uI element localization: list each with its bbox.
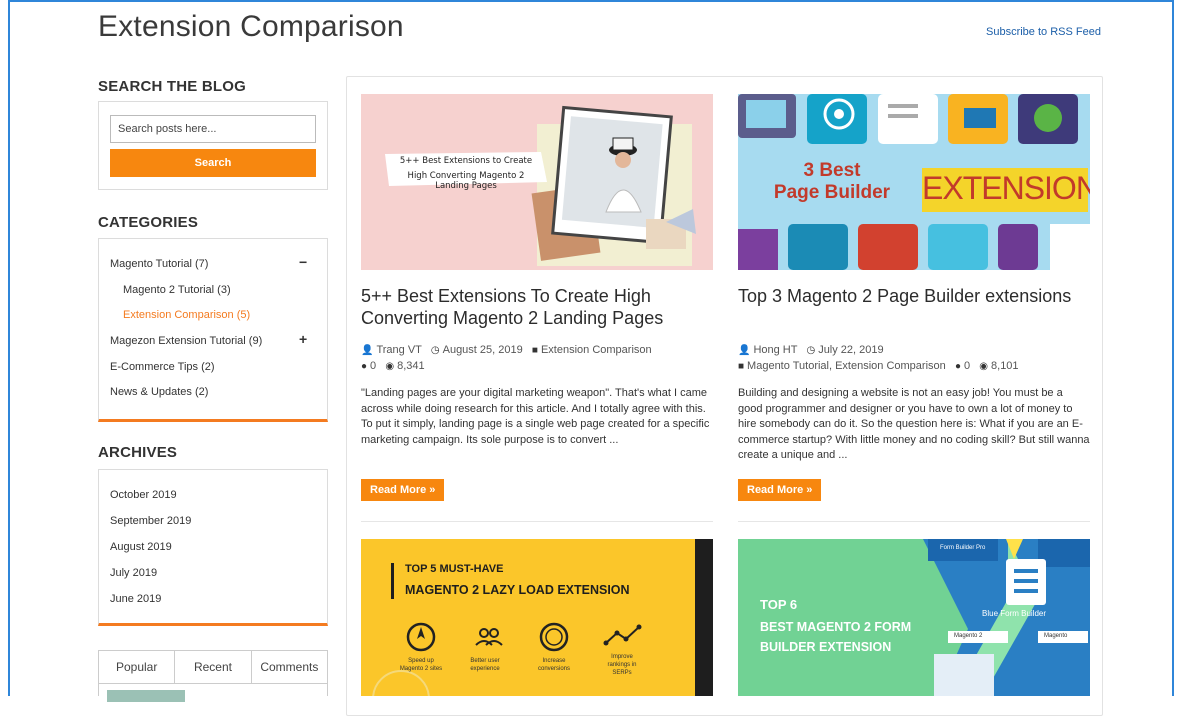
post-thumbnail[interactable] — [107, 690, 185, 702]
archive-item[interactable]: July 2019 — [110, 567, 157, 579]
post-4-image-line1: TOP 6 — [760, 597, 798, 612]
category-news-updates[interactable]: News & Updates (2) — [110, 386, 208, 398]
post-1-comment-count: 0 — [370, 360, 377, 372]
folder-icon: ■ — [531, 345, 538, 356]
post-2-title[interactable]: Top 3 Magento 2 Page Builder extensions — [738, 285, 1078, 307]
post-1-title[interactable]: 5++ Best Extensions To Create High Conve… — [361, 285, 711, 329]
clock-icon: ◷ — [806, 345, 816, 356]
tabs-content — [98, 684, 328, 702]
comment-icon: ● — [954, 361, 961, 372]
categories-widget: Magento Tutorial (7) − Magento 2 Tutoria… — [98, 238, 328, 422]
clock-icon: ◷ — [430, 345, 440, 356]
expand-icon[interactable]: + — [299, 331, 307, 347]
post-4-image-line3: BUILDER EXTENSION — [760, 640, 892, 654]
category-magento-tutorial[interactable]: Magento Tutorial (7) — [110, 258, 208, 270]
category-magento-2-tutorial[interactable]: Magento 2 Tutorial (3) — [123, 284, 231, 296]
comment-icon: ● — [361, 361, 368, 372]
post-3-image-line2: MAGENTO 2 LAZY LOAD EXTENSION — [405, 583, 630, 597]
category-ecommerce-tips[interactable]: E-Commerce Tips (2) — [110, 361, 215, 373]
archive-item[interactable]: June 2019 — [110, 593, 161, 605]
post-separator — [361, 521, 713, 522]
post-4-badge-magento-2: Magento 2 — [954, 633, 983, 639]
post-separator — [738, 521, 1090, 522]
folder-icon: ■ — [738, 361, 745, 372]
post-1-meta: 👤 Trang VT ◷ August 25, 2019 ■ Extension Co… — [361, 344, 652, 356]
tab-popular[interactable]: Popular — [99, 651, 176, 683]
archive-item[interactable]: September 2019 — [110, 515, 191, 527]
post-2-date: July 22, 2019 — [818, 344, 884, 356]
eye-icon: ◉ — [979, 361, 989, 372]
eye-icon: ◉ — [385, 361, 395, 372]
post-4-featured-image[interactable]: TOP 6 BEST MAGENTO 2 FORM BUILDER EXTENS… — [738, 539, 1090, 696]
post-3-feature-2: Better user experience — [470, 658, 500, 672]
post-2-read-more-button[interactable]: Read More » — [738, 479, 822, 501]
page-title: Extension Comparison — [98, 10, 404, 43]
search-button[interactable]: Search — [110, 149, 316, 177]
post-1-author[interactable]: Trang VT — [376, 344, 421, 356]
window-frame-right — [1172, 0, 1174, 696]
post-2-author[interactable]: Hong HT — [753, 344, 797, 356]
category-magezon-extension-tutorial[interactable]: Magezon Extension Tutorial (9) — [110, 335, 262, 347]
category-extension-comparison[interactable]: Extension Comparison (5) — [123, 309, 250, 321]
post-1-category[interactable]: Extension Comparison — [541, 344, 652, 356]
archive-item[interactable]: August 2019 — [110, 541, 172, 553]
post-4-image-line2: BEST MAGENTO 2 FORM — [760, 620, 912, 634]
post-2-image-text: 3 Best Page Builder — [773, 160, 891, 203]
rss-feed-link[interactable]: Subscribe to RSS Feed — [986, 26, 1101, 38]
post-2-image-extensions-text: EXTENSIONS — [922, 170, 1090, 206]
post-2-comment-count: 0 — [963, 360, 971, 372]
post-3-feature-3: Increase conversions — [537, 658, 570, 672]
post-2-meta: 👤 Hong HT ◷ July 22, 2019 — [738, 344, 884, 356]
post-2-stats: ■ Magento Tutorial, Extension Comparison … — [738, 360, 1019, 372]
post-tabs: Popular Recent Comments — [98, 650, 328, 684]
post-4-badge-form-builder-pro: Form Builder Pro — [940, 545, 986, 551]
post-3-image-line1: TOP 5 MUST-HAVE — [405, 563, 504, 575]
post-3-feature-1: Speed up Magento 2 sites — [399, 658, 443, 672]
archives-widget: October 2019 September 2019 August 2019 … — [98, 469, 328, 626]
post-2-category[interactable]: Magento Tutorial, Extension Comparison — [747, 360, 946, 372]
window-frame-left — [8, 0, 10, 696]
post-4-badge-blue-form-builder: Blue Form Builder — [982, 609, 1047, 618]
post-1-image-caption: 5++ Best Extensions to Create High Conve… — [399, 156, 533, 191]
post-1-featured-image[interactable]: 5++ Best Extensions to Create High Conve… — [361, 94, 713, 270]
categories-widget-title: CATEGORIES — [98, 214, 199, 231]
post-3-feature-4: Improve rankings in SERPs — [607, 654, 637, 676]
post-2-view-count: 8,101 — [991, 360, 1019, 372]
post-1-view-count: 8,341 — [397, 360, 425, 372]
post-4-badge-magento: Magento — [1044, 633, 1068, 639]
search-input[interactable] — [110, 115, 316, 143]
window-frame-top — [8, 0, 1174, 2]
collapse-icon[interactable]: − — [299, 254, 307, 270]
post-1-read-more-button[interactable]: Read More » — [361, 479, 445, 501]
archive-item[interactable]: October 2019 — [110, 489, 177, 501]
post-1-date: August 25, 2019 — [442, 344, 523, 356]
user-icon: 👤 — [361, 345, 374, 356]
post-3-featured-image[interactable]: TOP 5 MUST-HAVE MAGENTO 2 LAZY LOAD EXTE… — [361, 539, 713, 696]
post-1-excerpt: "Landing pages are your digital marketin… — [361, 387, 710, 446]
search-widget-title: SEARCH THE BLOG — [98, 78, 247, 95]
tab-comments[interactable]: Comments — [251, 651, 327, 683]
search-widget: Search — [98, 101, 328, 190]
post-1-stats: ● 0 ◉ 8,341 — [361, 360, 425, 372]
user-icon: 👤 — [738, 345, 751, 356]
post-2-featured-image[interactable]: 3 Best Page Builder EXTENSIONS — [738, 94, 1090, 270]
tab-recent[interactable]: Recent — [175, 651, 252, 683]
archives-widget-title: ARCHIVES — [98, 444, 178, 461]
post-2-excerpt: Building and designing a website is not … — [738, 387, 1090, 461]
